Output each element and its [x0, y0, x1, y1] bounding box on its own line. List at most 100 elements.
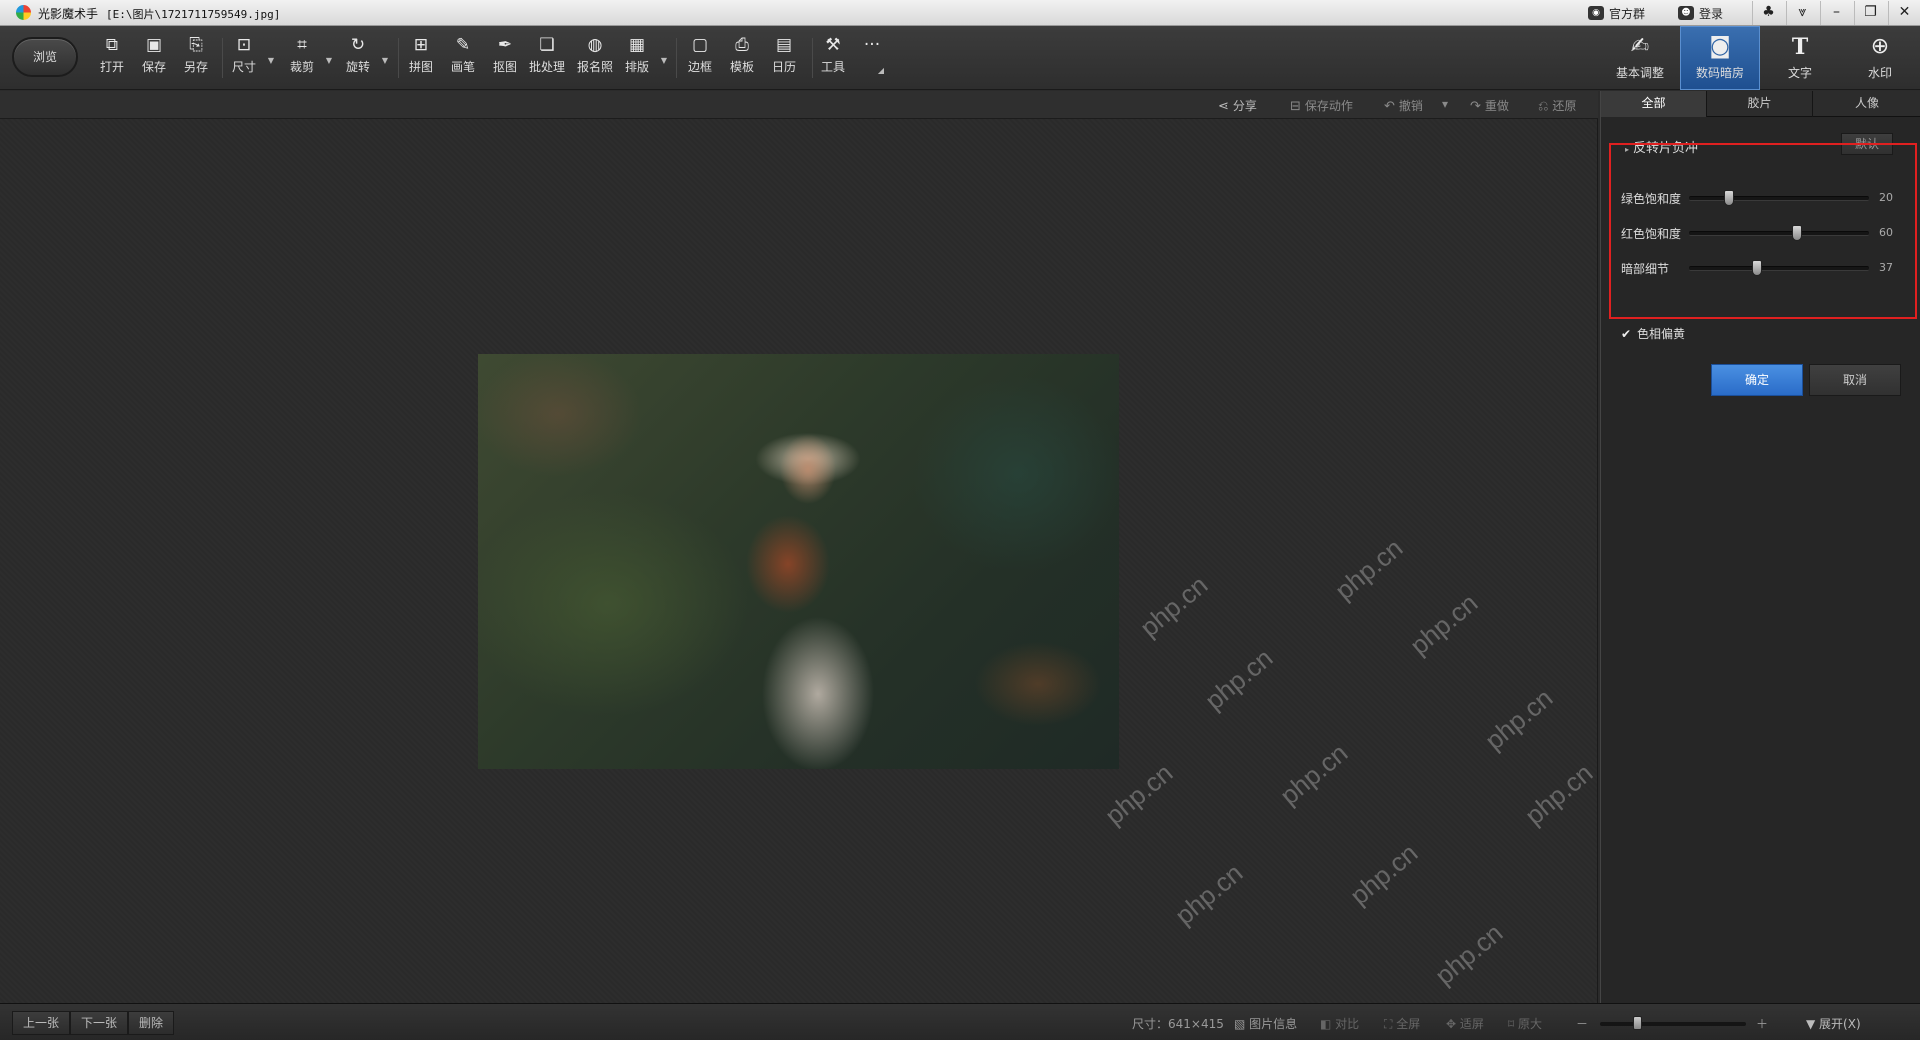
- effect-category-tabs: 全部 胶片 人像: [1601, 91, 1920, 117]
- template-tool[interactable]: ⎙ 模板: [722, 34, 762, 82]
- camera-icon: ◙: [1709, 34, 1731, 59]
- minimize-button[interactable]: –: [1820, 1, 1852, 25]
- edit-icon: ✍: [1630, 34, 1650, 59]
- collage-icon: ⊞: [413, 35, 429, 55]
- zoom-out-button[interactable]: －: [1576, 1015, 1588, 1032]
- pen-icon: ✒: [497, 35, 513, 55]
- collage-tool[interactable]: ⊞ 拼图: [401, 34, 441, 82]
- cancel-button[interactable]: 取消: [1809, 364, 1901, 396]
- image-info-button[interactable]: ▧ 图片信息: [1234, 1015, 1297, 1032]
- official-group-label: 官方群: [1609, 6, 1646, 21]
- official-group-button[interactable]: ◉ 官方群: [1588, 3, 1645, 23]
- share-icon: ⋖: [1218, 99, 1229, 114]
- fullscreen-button[interactable]: ⛶ 全屏: [1384, 1015, 1420, 1032]
- image-size: 尺寸：641×415: [1132, 1017, 1224, 1031]
- expand-button[interactable]: ▼ 展开(X): [1806, 1015, 1861, 1032]
- menu-button[interactable]: ⩔: [1786, 1, 1818, 25]
- browse-button[interactable]: 浏览: [12, 37, 78, 77]
- restore-action-button[interactable]: ⎌ 还原: [1538, 97, 1576, 114]
- watermark-text: php.cn: [1519, 757, 1598, 831]
- batch-tool[interactable]: ❏ 批处理: [527, 34, 567, 82]
- ok-button[interactable]: 确定: [1711, 364, 1803, 396]
- image-canvas[interactable]: php.cn php.cn php.cn php.cn php.cn php.c…: [0, 119, 1598, 1003]
- watermark-text: php.cn: [1344, 837, 1424, 911]
- save-as-icon: ⎘: [189, 35, 203, 55]
- rotate-dropdown-icon[interactable]: ▼: [380, 56, 390, 65]
- app-logo-icon: [16, 5, 31, 20]
- more-tools-button[interactable]: ···: [852, 34, 892, 82]
- save-tool[interactable]: ▣ 保存: [134, 34, 174, 82]
- watermark-text: php.cn: [1479, 682, 1559, 756]
- wrench-icon: ⚒: [825, 35, 841, 55]
- mode-watermark[interactable]: ⊕ 水印: [1840, 26, 1920, 90]
- utility-tool[interactable]: ⚒ 工具: [813, 34, 853, 82]
- compare-icon: ◧: [1320, 1017, 1336, 1031]
- close-button[interactable]: ✕: [1888, 1, 1920, 25]
- save-as-tool[interactable]: ⎘ 另存: [176, 34, 216, 82]
- login-label: 登录: [1699, 6, 1724, 21]
- delete-button[interactable]: 删除: [128, 1011, 175, 1035]
- user-icon: ☻: [1678, 6, 1694, 20]
- undo-button[interactable]: ↶ 撤销: [1384, 97, 1423, 114]
- actual-size-button[interactable]: ⌑ 原大: [1508, 1015, 1542, 1032]
- watermark-text: php.cn: [1199, 642, 1279, 716]
- watermark-text: php.cn: [1404, 587, 1484, 661]
- layout-tool[interactable]: ▦ 排版: [617, 34, 657, 82]
- id-photo-tool[interactable]: ◍ 报名照: [575, 34, 615, 82]
- undo-icon: ↶: [1384, 99, 1395, 114]
- calendar-icon: ▤: [775, 35, 793, 55]
- resize-icon: ⊡: [236, 35, 252, 55]
- zoom-in-button[interactable]: ＋: [1756, 1015, 1768, 1032]
- toolbar-expand-icon[interactable]: ◢: [876, 66, 886, 75]
- size-dropdown-icon[interactable]: ▼: [266, 56, 276, 65]
- skin-button[interactable]: ♣: [1752, 1, 1784, 25]
- tab-portrait[interactable]: 人像: [1813, 91, 1920, 117]
- toolbar-divider: [222, 38, 223, 78]
- tab-film[interactable]: 胶片: [1707, 91, 1813, 117]
- border-icon: ▢: [691, 35, 709, 55]
- rotate-tool[interactable]: ↻ 旋转: [338, 34, 378, 82]
- fullscreen-icon: ⛶: [1384, 1017, 1397, 1031]
- size-tool[interactable]: ⊡ 尺寸: [224, 34, 264, 82]
- restore-button[interactable]: ❐: [1854, 1, 1886, 25]
- share-button[interactable]: ⋖ 分享: [1218, 97, 1257, 114]
- open-tool[interactable]: ⧉ 打开: [92, 34, 132, 82]
- rotate-icon: ↻: [350, 35, 366, 55]
- brush-icon: ✎: [455, 35, 471, 55]
- undo-dropdown-icon[interactable]: ▾: [1442, 97, 1448, 111]
- hue-yellow-checkbox[interactable]: ✔ 色相偏黄: [1621, 325, 1685, 342]
- next-image-button[interactable]: 下一张: [70, 1011, 129, 1035]
- status-bar: 上一张 下一张 删除 尺寸：641×415 ▧ 图片信息 ◧ 对比 ⛶ 全屏 ✥…: [0, 1003, 1920, 1040]
- mode-basic-adjust[interactable]: ✍ 基本调整: [1600, 26, 1680, 90]
- crop-dropdown-icon[interactable]: ▼: [324, 56, 334, 65]
- border-tool[interactable]: ▢ 边框: [680, 34, 720, 82]
- save-action-button[interactable]: ⊟ 保存动作: [1290, 97, 1353, 114]
- open-icon: ⧉: [105, 35, 119, 55]
- prev-image-button[interactable]: 上一张: [12, 1011, 71, 1035]
- calendar-tool[interactable]: ▤ 日历: [764, 34, 804, 82]
- redo-icon: ↷: [1470, 99, 1481, 114]
- watermark-icon: ⊕: [1870, 34, 1890, 59]
- tab-all[interactable]: 全部: [1601, 91, 1707, 117]
- watermark-text: php.cn: [1429, 917, 1509, 991]
- mode-digital-darkroom[interactable]: ◙ 数码暗房: [1680, 26, 1760, 90]
- zoom-slider[interactable]: [1600, 1016, 1746, 1030]
- login-button[interactable]: ☻ 登录: [1678, 3, 1723, 23]
- layout-dropdown-icon[interactable]: ▼: [659, 56, 669, 65]
- zoom-slider-thumb[interactable]: [1632, 1016, 1642, 1030]
- crop-tool[interactable]: ⌗ 裁剪: [282, 34, 322, 82]
- brush-tool[interactable]: ✎ 画笔: [443, 34, 483, 82]
- action-bar: ⋖ 分享 ⊟ 保存动作 ↶ 撤销 ▾ ↷ 重做 ⎌ 还原: [0, 91, 1598, 119]
- shirt-icon: ♣: [1762, 4, 1775, 20]
- redo-button[interactable]: ↷ 重做: [1470, 97, 1509, 114]
- cutout-tool[interactable]: ✒ 抠图: [485, 34, 525, 82]
- highlight-box: [1609, 143, 1917, 319]
- file-path: [E:\图片\1721711759549.jpg]: [106, 8, 281, 21]
- photo-preview[interactable]: [478, 354, 1119, 769]
- close-icon: ✕: [1898, 4, 1911, 20]
- restore-icon: ❐: [1864, 4, 1877, 20]
- compare-button[interactable]: ◧ 对比: [1320, 1015, 1359, 1032]
- fit-screen-button[interactable]: ✥ 适屏: [1446, 1015, 1484, 1032]
- mode-text[interactable]: T 文字: [1760, 26, 1840, 90]
- title-bar: 光影魔术手 [E:\图片\1721711759549.jpg] ◉ 官方群 ☻ 登录 …: [0, 0, 1920, 26]
